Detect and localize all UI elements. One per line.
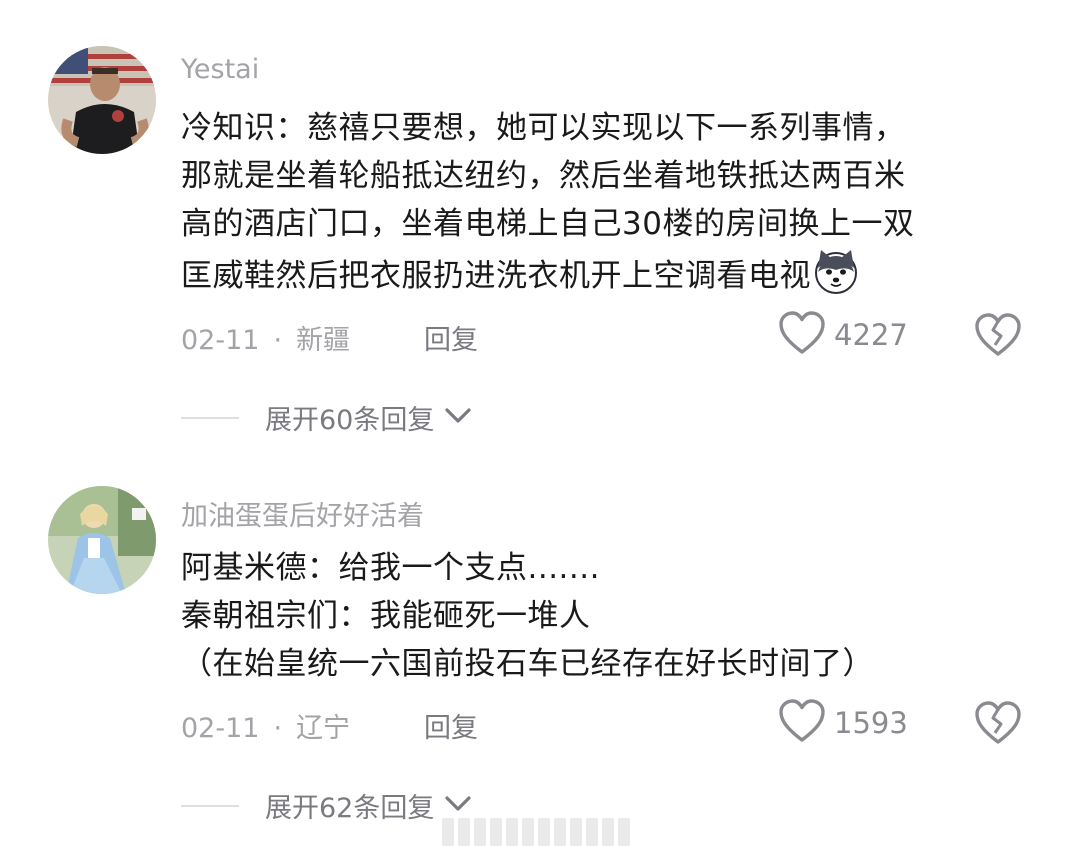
expand-replies-label: 展开62条回复 <box>265 793 435 824</box>
heart-outline-icon <box>778 698 826 748</box>
comment-text-line: 匡威鞋然后把衣服扔进洗衣机开上空调看电视 <box>181 258 811 294</box>
chevron-down-icon <box>444 407 472 429</box>
husky-dog-emoji-icon <box>813 248 859 308</box>
heart-outline-icon <box>778 310 826 360</box>
broken-heart-icon <box>974 313 1022 362</box>
comment-text-line: 那就是坐着轮船抵达纽约，然后坐着地铁抵达两百米 <box>181 158 906 194</box>
comment-date: 02-11 <box>181 325 260 356</box>
divider <box>181 416 239 419</box>
expand-replies[interactable]: 展开60条回复 <box>181 398 472 437</box>
avatar[interactable] <box>48 46 156 154</box>
reply-button[interactable]: 回复 <box>424 318 478 357</box>
comment-text-line: 冷知识：慈禧只要想，她可以实现以下一系列事情， <box>181 110 906 146</box>
comment-meta: 02-11 · 新疆 回复 <box>181 318 478 357</box>
expand-replies-label: 展开60条回复 <box>265 405 435 436</box>
comment-username[interactable]: Yestai <box>181 54 259 85</box>
chevron-down-icon <box>444 795 472 817</box>
divider <box>181 804 239 807</box>
comment-location: 新疆 <box>296 325 351 356</box>
like-button[interactable]: 1593 <box>778 698 908 748</box>
comment-text: 阿基米德：给我一个支点....... 秦朝祖宗们：我能砸死一堆人 （在始皇统一六… <box>181 544 874 688</box>
watermark <box>442 818 632 848</box>
avatar[interactable] <box>48 486 156 594</box>
comment-text-line: 高的酒店门口，坐着电梯上自己30楼的房间换上一双 <box>181 206 915 242</box>
comment-meta: 02-11 · 辽宁 回复 <box>181 706 478 745</box>
comment-text-line: （在始皇统一六国前投石车已经存在好长时间了） <box>181 646 874 682</box>
reply-button[interactable]: 回复 <box>424 706 478 745</box>
comment-location: 辽宁 <box>296 713 351 744</box>
dislike-button[interactable] <box>974 700 1022 750</box>
like-count: 1593 <box>834 706 908 740</box>
comment-text-line: 秦朝祖宗们：我能砸死一堆人 <box>181 598 591 634</box>
like-count: 4227 <box>834 318 908 352</box>
meta-separator: · <box>273 713 283 744</box>
comment-text: 冷知识：慈禧只要想，她可以实现以下一系列事情， 那就是坐着轮船抵达纽约，然后坐着… <box>181 104 914 296</box>
comment-date: 02-11 <box>181 713 260 744</box>
comment-username[interactable]: 加油蛋蛋后好好活着 <box>181 494 424 533</box>
meta-separator: · <box>273 325 283 356</box>
dislike-button[interactable] <box>974 312 1022 362</box>
like-button[interactable]: 4227 <box>778 310 908 360</box>
expand-replies[interactable]: 展开62条回复 <box>181 786 472 825</box>
comment-text-line: 阿基米德：给我一个支点....... <box>181 550 600 586</box>
broken-heart-icon <box>974 701 1022 750</box>
